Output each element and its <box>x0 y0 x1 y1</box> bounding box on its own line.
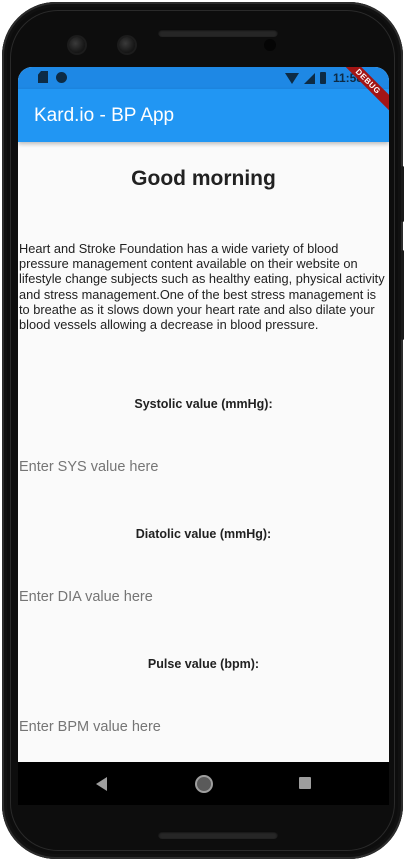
app-bar: Kard.io - BP App <box>18 89 389 142</box>
bottom-speaker <box>158 831 278 839</box>
pulse-label: Pulse value (bpm): <box>147 657 260 671</box>
diastolic-label: Diatolic value (mmHg): <box>135 527 272 541</box>
front-camera-icon <box>119 37 135 53</box>
volume-button <box>401 166 404 222</box>
wifi-icon <box>284 72 299 84</box>
signal-icon <box>303 72 315 84</box>
power-button <box>401 250 404 340</box>
front-camera-icon <box>69 37 85 53</box>
back-icon[interactable] <box>96 777 107 791</box>
main-content: Good morning Heart and Stroke Foundation… <box>18 142 389 762</box>
app-screen: 11:58 DEBUG Kard.io - BP App Good mornin… <box>18 67 389 805</box>
systolic-label: Systolic value (mmHg): <box>134 397 273 411</box>
app-title: Kard.io - BP App <box>34 105 175 126</box>
earpiece-speaker <box>158 29 278 37</box>
proximity-sensor <box>264 39 276 51</box>
systolic-input[interactable] <box>18 455 389 479</box>
recents-icon[interactable] <box>299 777 311 789</box>
circle-icon <box>56 71 67 83</box>
home-icon[interactable] <box>195 775 213 793</box>
battery-icon <box>319 72 326 84</box>
info-paragraph: Heart and Stroke Foundation has a wide v… <box>19 241 385 333</box>
system-nav-bar <box>18 762 389 805</box>
status-bar: 11:58 <box>18 67 389 89</box>
sd-card-icon <box>38 71 48 83</box>
diastolic-input[interactable] <box>18 585 389 609</box>
greeting-heading: Good morning <box>131 167 276 190</box>
pulse-input[interactable] <box>18 715 389 739</box>
